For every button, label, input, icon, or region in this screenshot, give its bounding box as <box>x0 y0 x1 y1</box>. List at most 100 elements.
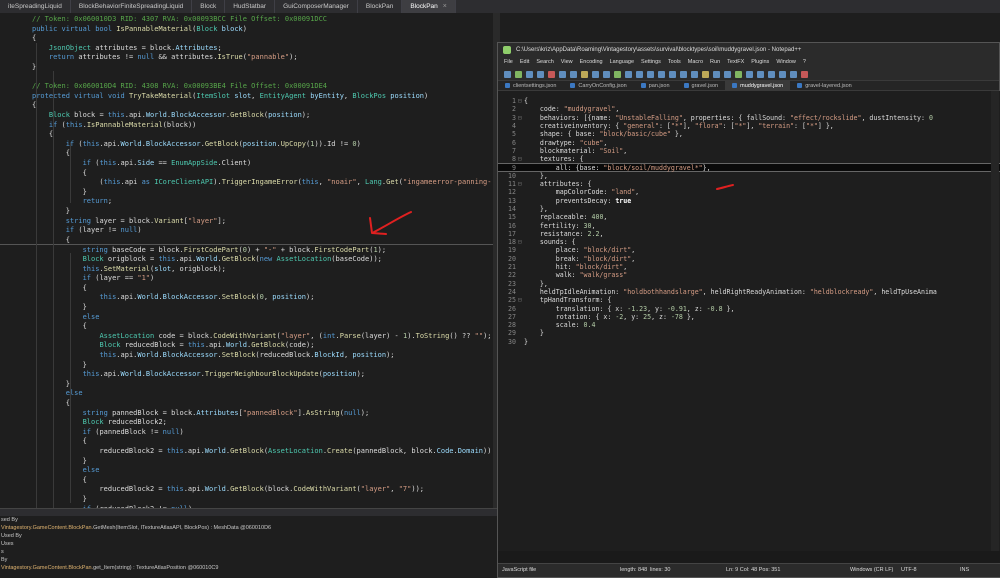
toolbar-button-icon[interactable] <box>801 70 808 78</box>
toolbar-button-icon[interactable] <box>790 70 797 78</box>
code-line: { <box>32 168 87 177</box>
code-line: AssetLocation code = block.CodeWithVaria… <box>99 331 492 340</box>
code-line: reducedBlock2 = this.api.World.GetBlock(… <box>32 447 492 455</box>
menu-item[interactable]: Tools <box>668 57 681 68</box>
toolbar-button-icon[interactable] <box>526 70 533 78</box>
toolbar-button-icon[interactable] <box>515 70 522 78</box>
file-tab[interactable]: gravel.json <box>677 81 726 90</box>
file-tab[interactable]: pan.json <box>634 81 677 90</box>
toolbar-button-icon[interactable] <box>548 70 555 78</box>
ide-tab-label: iteSpreadingLiquid <box>8 3 62 10</box>
toolbar-button-icon[interactable] <box>570 70 577 78</box>
code-line: else <box>82 466 100 475</box>
code-line: } <box>32 495 87 503</box>
toolbar-button-icon[interactable] <box>537 70 544 78</box>
code-line: (this.api as ICoreClientAPI).TriggerInga… <box>32 178 492 187</box>
status-length: length: 848 <box>620 567 648 573</box>
json-line: 29 } <box>508 329 544 338</box>
code-line: { <box>32 283 87 292</box>
json-line: 10 }, <box>508 171 548 180</box>
toolbar-button-icon[interactable] <box>702 70 709 78</box>
toolbar-button-icon[interactable] <box>625 70 632 78</box>
file-tab[interactable]: muddygravel.json <box>725 81 791 90</box>
menu-item[interactable]: File <box>504 57 513 68</box>
menu-item[interactable]: Encoding <box>580 57 603 68</box>
analyzer-panel: sed By Vintagestory.GameContent.BlockPan.… <box>0 516 500 578</box>
ide-tab[interactable]: HudStatbar <box>225 0 276 13</box>
menu-item[interactable]: Settings <box>641 57 661 68</box>
toolbar-button-icon[interactable] <box>680 70 687 78</box>
json-editor[interactable]: 1 ⊟{2 code: "muddygravel", 3 ⊟ behaviors: [… <box>498 91 1000 565</box>
toolbar-button-icon[interactable] <box>614 70 621 78</box>
analyzer-entry[interactable]: Uses <box>0 540 500 548</box>
window-title: C:\Users\kriz\AppData\Roaming\Vintagesto… <box>516 47 802 53</box>
ide-tab-label: Block <box>200 3 217 10</box>
ide-tab[interactable]: BlockPan <box>358 0 403 13</box>
json-line: 8 ⊟ textures: { <box>512 155 584 164</box>
ide-tab[interactable]: BlockPan × <box>402 0 456 13</box>
ide-tab[interactable]: GuiComposerManager <box>275 0 358 13</box>
toolbar-button-icon[interactable] <box>603 70 610 78</box>
menu-item[interactable]: Run <box>710 57 720 68</box>
toolbar-button-icon[interactable] <box>735 70 742 78</box>
json-line: 21 hit: "block/dirt", <box>508 263 628 271</box>
analyzer-entry[interactable]: By <box>0 556 500 564</box>
toolbar-button-icon[interactable] <box>559 70 566 78</box>
close-icon[interactable]: × <box>443 0 447 13</box>
toolbar-button-icon[interactable] <box>779 70 786 78</box>
ide-tab[interactable]: BlockBehaviorFiniteSpreadingLiquid <box>71 0 193 13</box>
ide-tab[interactable]: Block <box>192 0 226 13</box>
menu-item[interactable]: Window <box>776 57 796 68</box>
file-tab[interactable]: CarryOnConfig.json <box>563 81 633 90</box>
status-eol: Windows (CR LF) <box>850 567 894 573</box>
analyzer-entry[interactable]: sed By <box>0 516 500 524</box>
toolbar-button-icon[interactable] <box>647 70 654 78</box>
menu-item[interactable]: View <box>561 57 573 68</box>
status-position: Ln: 9 Col: 48 Pos: 351 <box>726 567 781 573</box>
toolbar-button-icon[interactable] <box>757 70 764 78</box>
toolbar-button-icon[interactable] <box>581 70 588 78</box>
toolbar-button-icon[interactable] <box>768 70 775 78</box>
toolbar-button-icon[interactable] <box>713 70 720 78</box>
json-editor-scrollbar[interactable] <box>991 91 999 551</box>
menu-item[interactable]: Macro <box>688 57 703 68</box>
analyzer-entry[interactable]: Vintagestory.GameContent.BlockPan.get_It… <box>0 564 500 572</box>
ide-tab[interactable]: iteSpreadingLiquid <box>0 0 71 13</box>
panel-splitter[interactable] <box>0 508 500 516</box>
toolbar-button-icon[interactable] <box>724 70 731 78</box>
menu-item[interactable]: ? <box>803 57 806 68</box>
toolbar-button-icon[interactable] <box>658 70 665 78</box>
ide-tab-label: BlockPan <box>365 3 394 10</box>
json-line: 20 break: "block/dirt", <box>508 254 636 263</box>
menu-item[interactable]: Search <box>536 57 553 68</box>
json-line: 19 place: "block/dirt", <box>508 246 636 255</box>
toolbar-button-icon[interactable] <box>669 70 676 78</box>
notepadpp-window[interactable]: C:\Users\kriz\AppData\Roaming\Vintagesto… <box>497 42 1000 578</box>
code-editor[interactable]: // Token: 0x060010D3 RID: 4307 RVA: 0x00… <box>0 13 500 508</box>
code-line: Block block = this.api.World.BlockAccess… <box>48 111 311 119</box>
analyzer-entry[interactable]: Used By <box>0 532 500 540</box>
analyzer-entry[interactable]: s <box>0 548 500 556</box>
menu-item[interactable]: Plugins <box>751 57 769 68</box>
code-line: } <box>32 187 87 196</box>
analyzer-entry[interactable]: Vintagestory.GameContent.BlockPan.GetMes… <box>0 524 500 532</box>
json-line: 2 code: "muddygravel", <box>512 105 620 114</box>
notepadpp-title-bar[interactable]: C:\Users\kriz\AppData\Roaming\Vintagesto… <box>498 43 999 57</box>
menu-item[interactable]: TextFX <box>727 57 744 68</box>
file-tab-label: gravel-layered.json <box>805 82 852 89</box>
file-tab[interactable]: gravel-layered.json <box>790 81 858 90</box>
toolbar-button-icon[interactable] <box>504 70 511 78</box>
menu-item[interactable]: Edit <box>520 57 529 68</box>
json-line: 4 creativeinventory: { "general": ["*"],… <box>512 121 834 130</box>
toolbar-button-icon[interactable] <box>592 70 599 78</box>
code-line: // Token: 0x060010D3 RID: 4307 RVA: 0x00… <box>32 15 328 23</box>
toolbar-button-icon[interactable] <box>746 70 753 78</box>
menu-item[interactable]: Language <box>610 57 634 68</box>
file-tab[interactable]: clientsettings.json <box>498 81 563 90</box>
json-line: 23 }, <box>508 279 548 288</box>
json-line: 3 ⊟ behaviors: [{name: "UnstableFalling",… <box>512 113 933 122</box>
json-line: 22 walk: "walk/grass" <box>508 271 628 280</box>
toolbar-button-icon[interactable] <box>636 70 643 78</box>
toolbar-button-icon[interactable] <box>691 70 698 78</box>
json-line: 1 ⊟{ <box>512 97 528 105</box>
